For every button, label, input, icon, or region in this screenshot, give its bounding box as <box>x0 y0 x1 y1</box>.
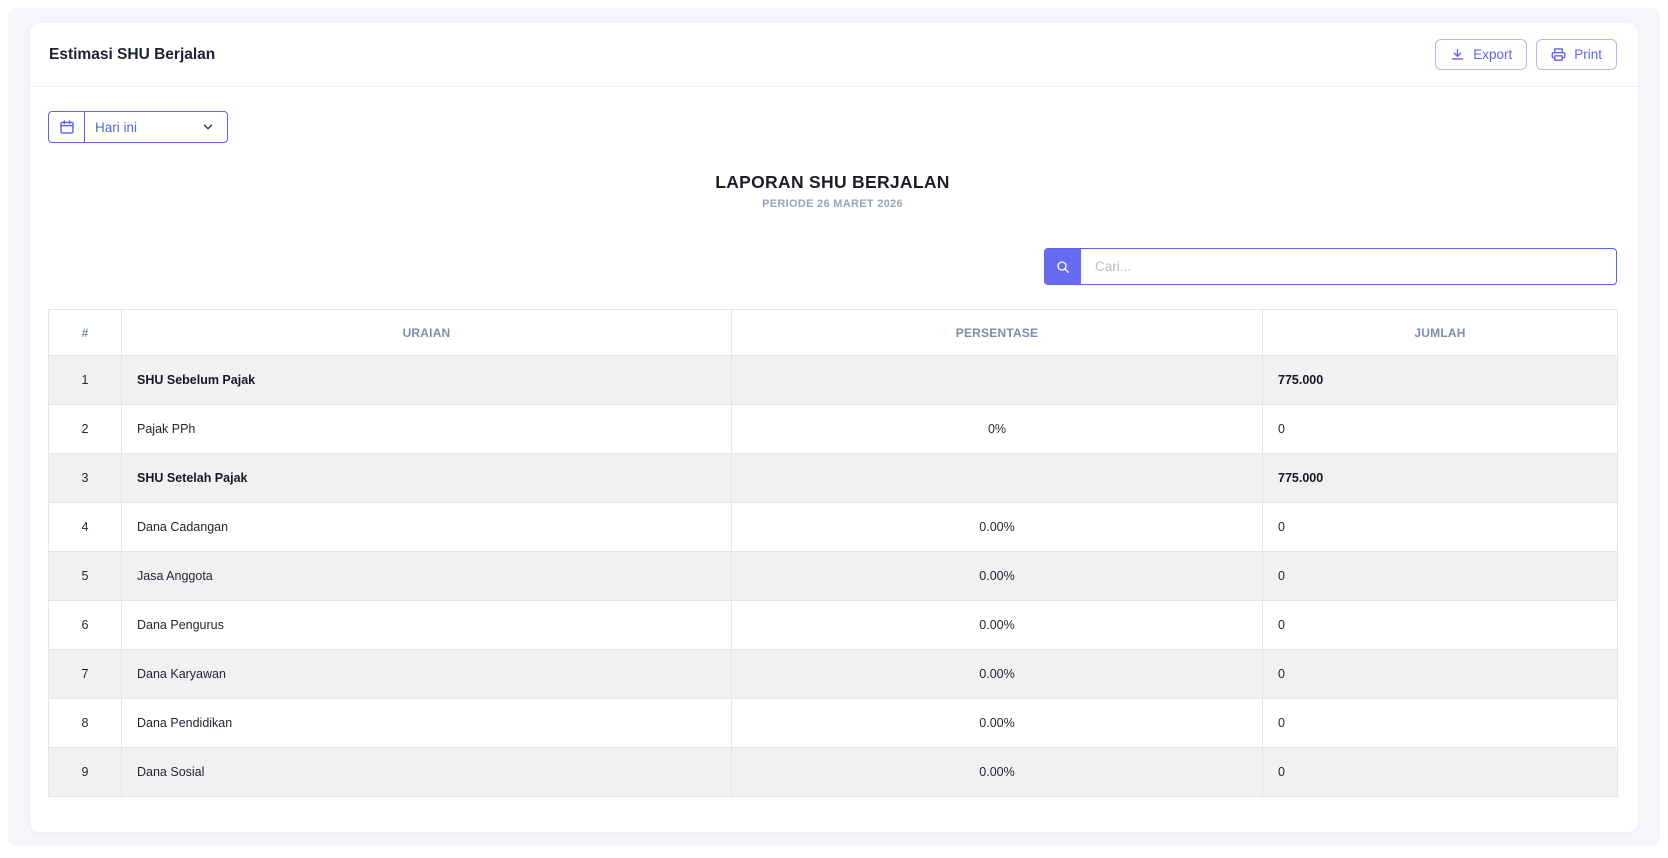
print-button[interactable]: Print <box>1536 39 1617 70</box>
cell-uraian: Dana Pendidikan <box>121 698 732 748</box>
cell-uraian: Dana Pengurus <box>121 600 732 650</box>
search-box <box>1044 248 1617 285</box>
page-title: Estimasi SHU Berjalan <box>49 45 216 63</box>
table-body: 1 SHU Sebelum Pajak 775.000 2 Pajak PPh 0% 0 3 S… <box>48 355 1618 797</box>
report-title: LAPORAN SHU BERJALAN <box>715 172 950 192</box>
cell-jumlah: 775.000 <box>1262 355 1618 405</box>
cell-jumlah: 0 <box>1262 502 1618 552</box>
cell-uraian: Dana Cadangan <box>121 502 732 552</box>
cell-no: 4 <box>48 502 122 552</box>
cell-uraian: SHU Setelah Pajak <box>121 453 732 503</box>
cell-uraian: SHU Sebelum Pajak <box>121 355 732 405</box>
cell-no: 8 <box>48 698 122 748</box>
cell-uraian: Dana Karyawan <box>121 649 732 699</box>
cell-uraian: Pajak PPh <box>121 404 732 454</box>
export-button[interactable]: Export <box>1435 39 1528 70</box>
header-actions: Export Print <box>1435 39 1617 70</box>
print-button-label: Print <box>1574 47 1602 62</box>
cell-jumlah: 0 <box>1262 551 1618 601</box>
table-row: 3 SHU Setelah Pajak 775.000 <box>48 453 1618 503</box>
export-button-label: Export <box>1473 47 1513 62</box>
cell-jumlah: 775.000 <box>1262 453 1618 503</box>
report-heading: LAPORAN SHU BERJALAN PERIODE 26 MARET 20… <box>48 172 1617 210</box>
table-header-row: # URAIAN PERSENTASE JUMLAH <box>48 309 1618 356</box>
cell-uraian: Jasa Anggota <box>121 551 732 601</box>
cell-no: 5 <box>48 551 122 601</box>
download-icon <box>1450 47 1465 62</box>
date-range-dropdown[interactable]: Hari ini <box>48 111 228 143</box>
cell-no: 1 <box>48 355 122 405</box>
column-header-no: # <box>48 309 122 356</box>
cell-persentase: 0.00% <box>731 747 1263 797</box>
table-row: 2 Pajak PPh 0% 0 <box>48 404 1618 454</box>
search-row <box>48 248 1617 285</box>
cell-no: 9 <box>48 747 122 797</box>
cell-persentase: 0.00% <box>731 600 1263 650</box>
cell-no: 3 <box>48 453 122 503</box>
table-row: 1 SHU Sebelum Pajak 775.000 <box>48 355 1618 405</box>
cell-persentase: 0% <box>731 404 1263 454</box>
shu-table: # URAIAN PERSENTASE JUMLAH 1 SHU Sebelum … <box>48 309 1618 797</box>
report-period: PERIODE 26 MARET 2026 <box>762 198 903 210</box>
table-row: 4 Dana Cadangan 0.00% 0 <box>48 502 1618 552</box>
table-row: 8 Dana Pendidikan 0.00% 0 <box>48 698 1618 748</box>
cell-no: 6 <box>48 600 122 650</box>
cell-uraian: Dana Sosial <box>121 747 732 797</box>
cell-jumlah: 0 <box>1262 649 1618 699</box>
report-card: Estimasi SHU Berjalan Export Print Hari … <box>30 23 1638 832</box>
cell-persentase <box>731 355 1263 405</box>
cell-jumlah: 0 <box>1262 698 1618 748</box>
column-header-persentase: PERSENTASE <box>731 309 1263 356</box>
cell-jumlah: 0 <box>1262 600 1618 650</box>
table-row: 6 Dana Pengurus 0.00% 0 <box>48 600 1618 650</box>
cell-persentase: 0.00% <box>731 502 1263 552</box>
chevron-down-icon <box>201 120 227 134</box>
cell-jumlah: 0 <box>1262 747 1618 797</box>
printer-icon <box>1551 47 1566 62</box>
cell-persentase: 0.00% <box>731 551 1263 601</box>
table-row: 7 Dana Karyawan 0.00% 0 <box>48 649 1618 699</box>
date-range-value: Hari ini <box>95 119 138 135</box>
table-row: 5 Jasa Anggota 0.00% 0 <box>48 551 1618 601</box>
cell-no: 7 <box>48 649 122 699</box>
column-header-jumlah: JUMLAH <box>1262 309 1618 356</box>
cell-persentase <box>731 453 1263 503</box>
calendar-icon <box>49 112 85 142</box>
card-body: Hari ini LAPORAN SHU BERJALAN PERIODE 26… <box>30 87 1638 797</box>
table-row: 9 Dana Sosial 0.00% 0 <box>48 747 1618 797</box>
card-header: Estimasi SHU Berjalan Export Print <box>30 23 1638 87</box>
cell-jumlah: 0 <box>1262 404 1618 454</box>
cell-no: 2 <box>48 404 122 454</box>
cell-persentase: 0.00% <box>731 698 1263 748</box>
cell-persentase: 0.00% <box>731 649 1263 699</box>
search-input[interactable] <box>1081 249 1616 284</box>
column-header-uraian: URAIAN <box>121 309 732 356</box>
search-icon <box>1045 249 1081 284</box>
